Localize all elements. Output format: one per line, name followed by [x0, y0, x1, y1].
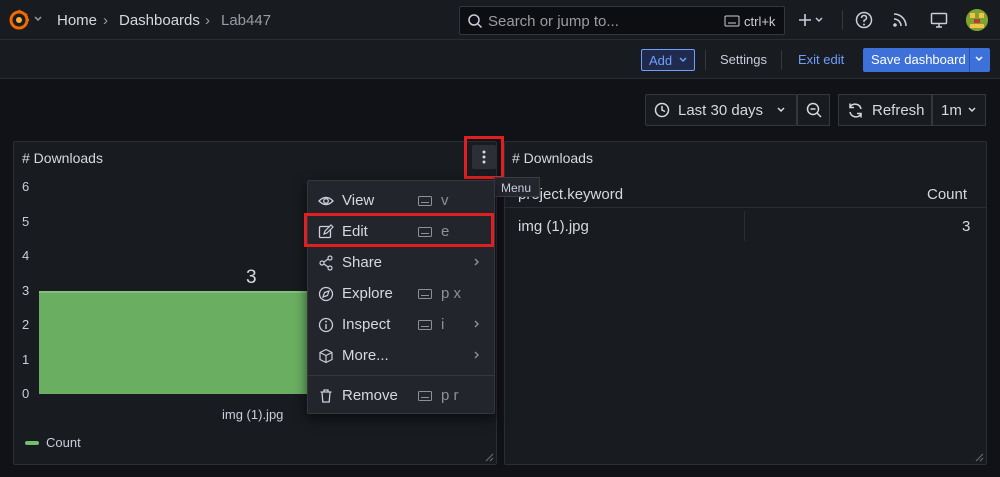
menu-item-shortcut: i: [441, 316, 445, 333]
keyboard-icon: [724, 15, 740, 27]
highlight-box: [304, 213, 494, 247]
y-tick-label: 1: [22, 351, 30, 367]
refresh-label: Refresh: [872, 102, 925, 119]
y-tick-label: 0: [22, 386, 30, 401]
column-separator: [744, 211, 745, 241]
legend-label[interactable]: Count: [46, 435, 81, 450]
menu-item-shortcut: v: [441, 192, 449, 209]
add-button[interactable]: Add: [641, 49, 695, 71]
table-cell: 3: [962, 218, 971, 235]
edit-toolbar: Add Settings Exit edit Save dashboard: [0, 40, 1000, 79]
zoom-out-icon: [806, 102, 822, 118]
interval-label: 1m: [941, 102, 962, 119]
compass-icon: [318, 286, 334, 302]
menu-item-label: Remove: [342, 387, 398, 404]
chevron-down-icon: [968, 107, 976, 113]
info-icon: [318, 317, 334, 333]
menu-item-label: Share: [342, 254, 383, 271]
keyboard-icon: [418, 391, 432, 401]
chevron-right-icon: [474, 351, 479, 359]
menu-item-inspect[interactable]: Inspect i: [308, 309, 494, 340]
keyboard-icon: [418, 289, 432, 299]
menu-item-label: View: [342, 192, 375, 209]
time-range-label: Last 30 days: [678, 102, 764, 119]
avatar[interactable]: [966, 9, 988, 31]
menu-item-remove[interactable]: Remove p r: [308, 380, 494, 411]
header-divider: [505, 207, 986, 208]
breadcrumb-dashboards[interactable]: Dashboards: [119, 12, 200, 29]
time-range-picker[interactable]: Last 30 days: [645, 94, 797, 126]
panel-title: # Downloads: [512, 150, 593, 166]
table-cell: img (1).jpg: [518, 218, 589, 235]
refresh-button[interactable]: Refresh: [838, 94, 932, 126]
add-label: Add: [649, 53, 673, 68]
save-dashboard-button[interactable]: Save dashboard: [863, 48, 990, 72]
settings-button[interactable]: Settings: [714, 49, 773, 71]
refresh-interval-picker[interactable]: 1m: [932, 94, 986, 126]
avatar-image: [966, 9, 988, 31]
legend-swatch: [25, 441, 39, 445]
save-split: [969, 48, 970, 72]
chevron-down-icon[interactable]: [974, 55, 984, 63]
highlight-box: [464, 136, 504, 179]
tooltip-text: Menu: [501, 181, 532, 195]
keyboard-icon: [418, 320, 432, 330]
breadcrumb-current: Lab447: [221, 12, 272, 29]
column-header-count[interactable]: Count: [927, 186, 967, 203]
panel-title: # Downloads: [22, 150, 103, 166]
monitor-icon[interactable]: [930, 12, 948, 28]
y-tick-label: 3: [22, 282, 30, 298]
search-shortcut: ctrl+k: [744, 14, 776, 29]
y-tick-label: 4: [22, 248, 30, 263]
refresh-icon: [849, 103, 862, 118]
top-nav: Home › Dashboards › Lab447 Search or jum…: [0, 0, 1000, 40]
menu-item-shortcut: p r: [441, 387, 459, 404]
menu-item-explore[interactable]: Explore p x: [308, 278, 494, 309]
chevron-down-icon: [777, 107, 785, 113]
y-tick-label: 6: [22, 179, 30, 194]
eye-icon: [318, 196, 334, 206]
menu-item-shortcut: p x: [441, 285, 462, 302]
menu-tooltip: Menu: [494, 177, 540, 197]
chevron-down-icon: [679, 57, 687, 63]
menu-item-more[interactable]: More...: [308, 340, 494, 371]
zoom-out-button[interactable]: [797, 94, 830, 126]
exit-edit-button[interactable]: Exit edit: [792, 49, 850, 71]
clock-icon: [654, 102, 670, 118]
keyboard-icon: [418, 196, 432, 206]
chevron-right-icon: [474, 320, 479, 328]
toolbar-divider: [705, 50, 706, 70]
plus-icon[interactable]: [797, 12, 825, 28]
breadcrumb-separator: ›: [103, 12, 108, 29]
share-icon: [319, 255, 333, 271]
resize-handle-icon[interactable]: [484, 452, 494, 462]
chevron-right-icon: [474, 258, 479, 266]
search-icon: [468, 14, 483, 29]
rss-icon[interactable]: [892, 12, 908, 28]
resize-handle-icon[interactable]: [974, 452, 984, 462]
menu-item-share[interactable]: Share: [308, 247, 494, 278]
y-tick-label: 5: [22, 213, 30, 229]
x-tick-label: img (1).jpg: [222, 407, 284, 422]
trash-icon: [320, 389, 332, 403]
cube-icon: [319, 348, 333, 364]
menu-item-label: Explore: [342, 285, 393, 302]
help-icon[interactable]: [855, 11, 873, 29]
toolbar-divider: [781, 50, 782, 70]
chevron-down-icon[interactable]: [33, 13, 43, 25]
breadcrumb-separator: ›: [205, 12, 210, 29]
bar-value-label: 3: [246, 266, 257, 288]
y-tick-label: 2: [22, 317, 30, 332]
nav-divider: [842, 10, 843, 30]
menu-item-view[interactable]: View v: [308, 185, 494, 216]
breadcrumb-home[interactable]: Home: [57, 12, 97, 29]
grafana-logo-icon[interactable]: [8, 9, 30, 31]
search-placeholder: Search or jump to...: [488, 13, 619, 30]
save-label: Save dashboard: [871, 52, 966, 67]
menu-item-label: More...: [342, 347, 389, 364]
menu-divider: [308, 375, 494, 376]
search-input[interactable]: Search or jump to... ctrl+k: [459, 6, 785, 35]
menu-item-label: Inspect: [342, 316, 391, 333]
